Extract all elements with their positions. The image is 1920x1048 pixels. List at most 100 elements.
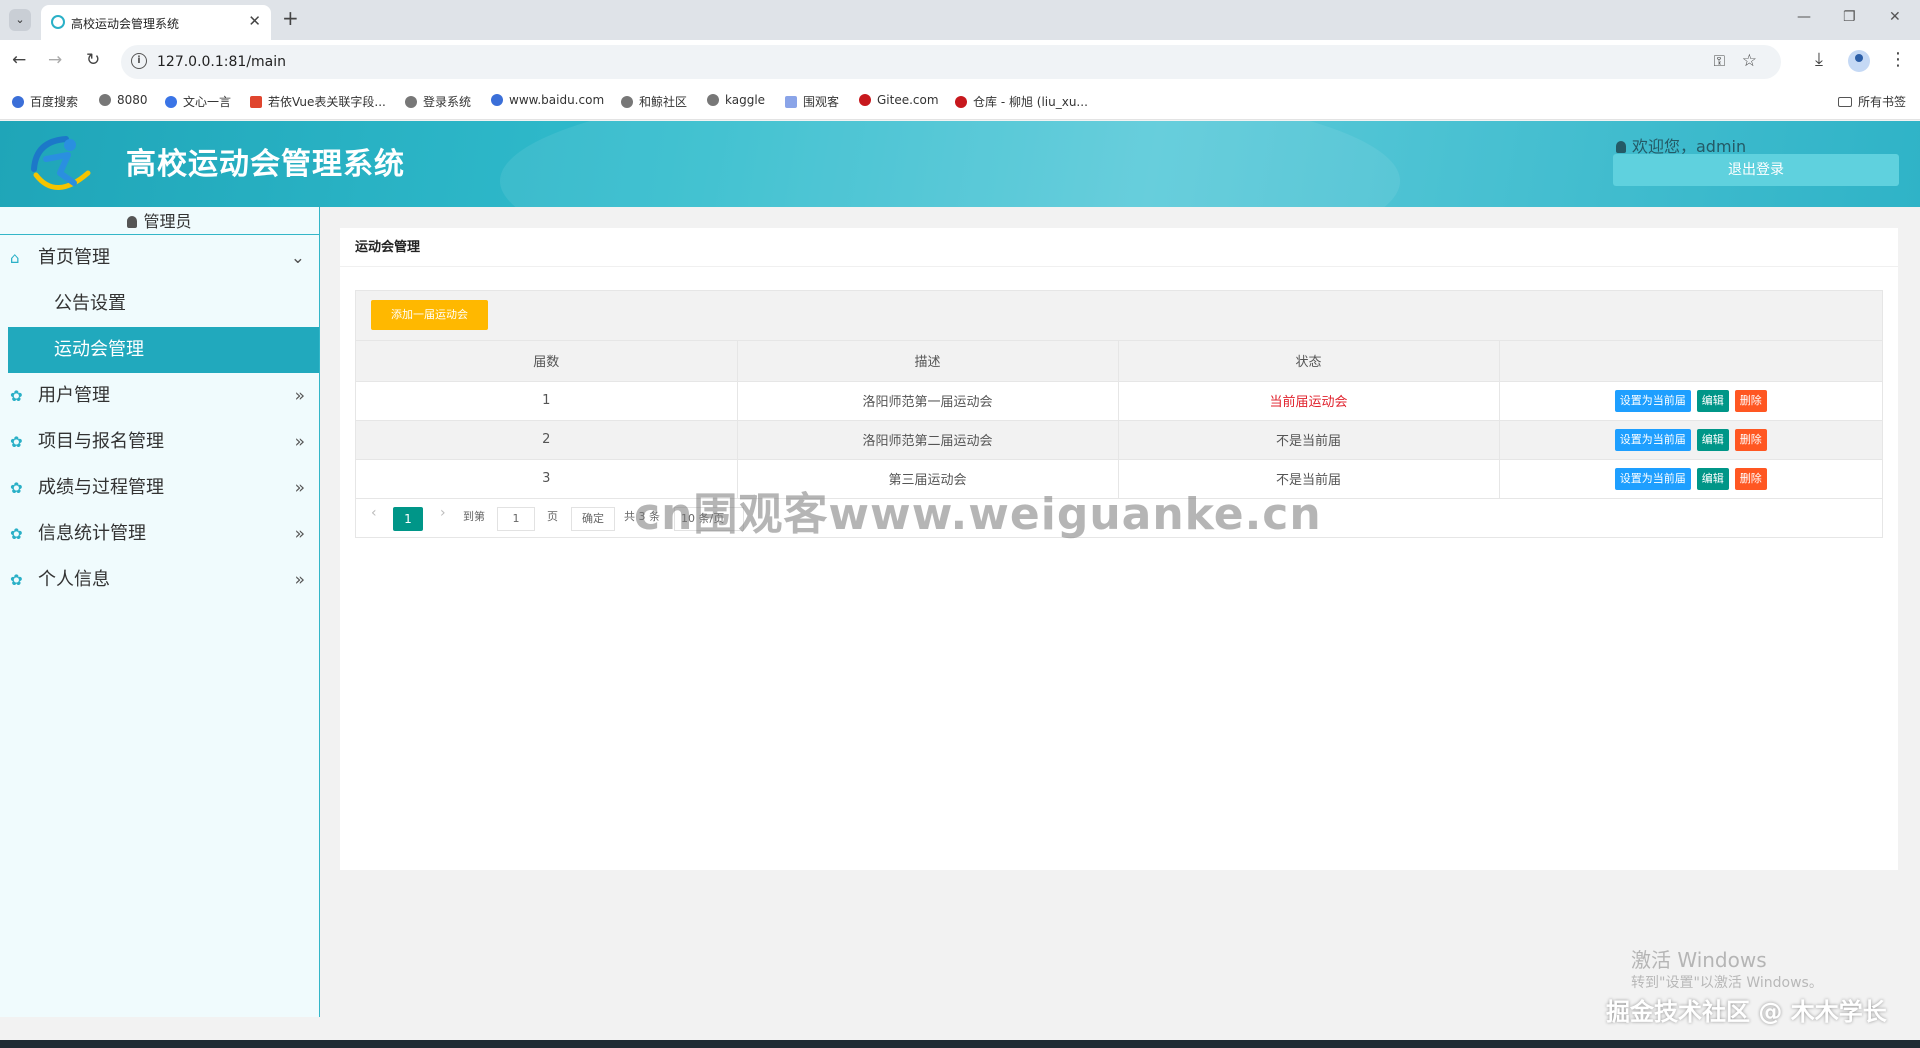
cell-desc: 洛阳师范第二届运动会 [737,420,1119,460]
app-title: 高校运动会管理系统 [126,147,405,182]
column-header[interactable]: 届数 [356,341,738,382]
baidu-icon [12,96,24,108]
minimize-icon[interactable]: — [1797,9,1811,25]
table-row[interactable]: 2 洛阳师范第二届运动会 不是当前届 设置为当前届 编辑 删除 [356,420,1882,460]
password-key-icon[interactable]: ⚿ [1714,52,1725,70]
profile-avatar[interactable] [1848,50,1870,72]
delete-button[interactable]: 删除 [1734,389,1767,412]
sidebar-role: 管理员 [0,207,319,235]
sidebar-subitem-notice[interactable]: 公告设置 [0,281,319,327]
favicon-icon [51,15,65,29]
bookmark-item[interactable]: 登录系统 [405,93,471,110]
column-header[interactable]: 描述 [737,341,1119,382]
set-current-button[interactable]: 设置为当前届 [1614,428,1691,451]
url-text[interactable]: 127.0.0.1:81/main [157,54,286,70]
sidebar-item-statistics[interactable]: ✿ 信息统计管理 » [0,511,319,557]
goto-label: 到第 [463,509,485,523]
close-tab-icon[interactable]: ✕ [248,12,261,30]
bookmark-item[interactable]: 8080 [99,93,148,107]
double-chevron-right-icon: » [294,524,305,544]
cell-status: 当前届运动会 [1118,381,1500,421]
cell-actions: 设置为当前届 编辑 删除 [1499,459,1882,499]
table-row[interactable]: 1 洛阳师范第一届运动会 当前届运动会 设置为当前届 编辑 删除 [356,381,1882,421]
sports-meet-table: 届数 描述 状态 1 洛阳师范第一届运动会 当前届运动会 设置为当前届 编辑 删除 … [356,341,1882,499]
edit-button[interactable]: 编辑 [1696,467,1729,490]
bookmark-item[interactable]: kaggle [707,93,765,107]
column-header[interactable]: 状态 [1118,341,1500,382]
delete-button[interactable]: 删除 [1734,428,1767,451]
bookmark-item[interactable]: 若依Vue表关联字段... [250,93,386,110]
bookmark-item[interactable]: 百度搜索 [12,93,78,110]
browser-toolbar: ← → ↻ i 127.0.0.1:81/main ⚿ ☆ ⤓ ⋮ [0,40,1920,84]
back-icon[interactable]: ← [12,50,26,70]
tab-search-dropdown[interactable]: ⌄ [9,9,31,31]
download-icon[interactable]: ⤓ [1815,49,1823,70]
table-header-row: 届数 描述 状态 [356,341,1882,382]
next-page-icon[interactable]: › [440,505,446,521]
watermark: cn围观客www.weiguanke.cn [634,489,1322,540]
sidebar-item-home[interactable]: ⌂ 首页管理 ⌄ [0,235,319,281]
cell-desc: 洛阳师范第一届运动会 [737,381,1119,421]
bookmark-item[interactable]: 仓库 - 柳旭 (liu_xu... [955,93,1088,110]
cell-num: 1 [356,381,738,421]
chevron-down-icon: ⌄ [290,248,305,268]
menu-more-icon[interactable]: ⋮ [1889,49,1907,70]
home-icon: ⌂ [10,249,20,267]
globe-icon [99,94,111,106]
gear-icon: ✿ [10,387,23,405]
address-bar[interactable]: i 127.0.0.1:81/main ⚿ ☆ [121,45,1781,79]
sidebar-item-users[interactable]: ✿ 用户管理 » [0,373,319,419]
browser-tab[interactable]: 高校运动会管理系统 ✕ [41,5,271,40]
gear-icon: ✿ [10,571,23,589]
main-panel: 运动会管理 添加一届运动会 届数 描述 状态 1 洛阳师范第一届运动会 当前届运… [340,228,1898,870]
wenxin-icon [165,96,177,108]
tab-title: 高校运动会管理系统 [71,17,180,31]
juejin-watermark: 掘金技术社区 @ 木木学长 [1606,998,1887,1026]
new-tab-icon[interactable]: + [282,6,299,30]
edit-button[interactable]: 编辑 [1696,428,1729,451]
sidebar: 管理员 ⌂ 首页管理 ⌄ 公告设置 运动会管理 ✿ 用户管理 » ✿ 项目与报名… [0,207,320,1017]
page-suffix: 页 [547,509,558,523]
sidebar-subitem-sports-meet[interactable]: 运动会管理 [8,327,319,373]
logout-button[interactable]: 退出登录 [1613,154,1899,186]
add-sports-meet-button[interactable]: 添加一届运动会 [371,300,488,330]
prev-page-icon[interactable]: ‹ [371,505,377,521]
globe-icon [707,94,719,106]
cell-status: 不是当前届 [1118,420,1500,460]
activate-windows-title: 激活 Windows [1631,948,1767,972]
close-window-icon[interactable]: ✕ [1889,9,1901,25]
jian-icon [250,96,262,108]
double-chevron-right-icon: » [294,386,305,406]
gitee-icon [859,94,871,106]
set-current-button[interactable]: 设置为当前届 [1614,467,1691,490]
double-chevron-right-icon: » [294,478,305,498]
globe-icon [621,96,633,108]
bookmark-item[interactable]: 围观客 [785,93,839,110]
delete-button[interactable]: 删除 [1734,467,1767,490]
restore-icon[interactable]: ❐ [1843,9,1856,25]
cell-num: 2 [356,420,738,460]
bookmark-item[interactable]: 文心一言 [165,93,231,110]
reload-icon[interactable]: ↻ [86,50,100,70]
sidebar-item-profile[interactable]: ✿ 个人信息 » [0,557,319,603]
column-header [1499,341,1882,382]
site-info-icon[interactable]: i [131,53,147,69]
goto-page-input[interactable]: 1 [497,506,535,531]
browser-tab-bar: ⌄ 高校运动会管理系统 ✕ + — ❐ ✕ [0,0,1920,40]
folder-icon [1837,97,1852,107]
sidebar-item-scores[interactable]: ✿ 成绩与过程管理 » [0,465,319,511]
bookmark-item[interactable]: www.baidu.com [491,93,604,107]
bookmark-star-icon[interactable]: ☆ [1742,51,1757,71]
bookmark-item[interactable]: 和鲸社区 [621,93,687,110]
set-current-button[interactable]: 设置为当前届 [1614,389,1691,412]
sidebar-item-projects[interactable]: ✿ 项目与报名管理 » [0,419,319,465]
logo-icon [31,136,91,190]
bookmark-item[interactable]: Gitee.com [859,93,939,107]
forward-icon[interactable]: → [48,50,62,70]
gear-icon: ✿ [10,433,23,451]
all-bookmarks-button[interactable]: 所有书签 [1837,93,1906,110]
gitee-icon [955,96,967,108]
page-current[interactable]: 1 [393,506,423,531]
edit-button[interactable]: 编辑 [1696,389,1729,412]
goto-confirm-button[interactable]: 确定 [571,506,615,531]
